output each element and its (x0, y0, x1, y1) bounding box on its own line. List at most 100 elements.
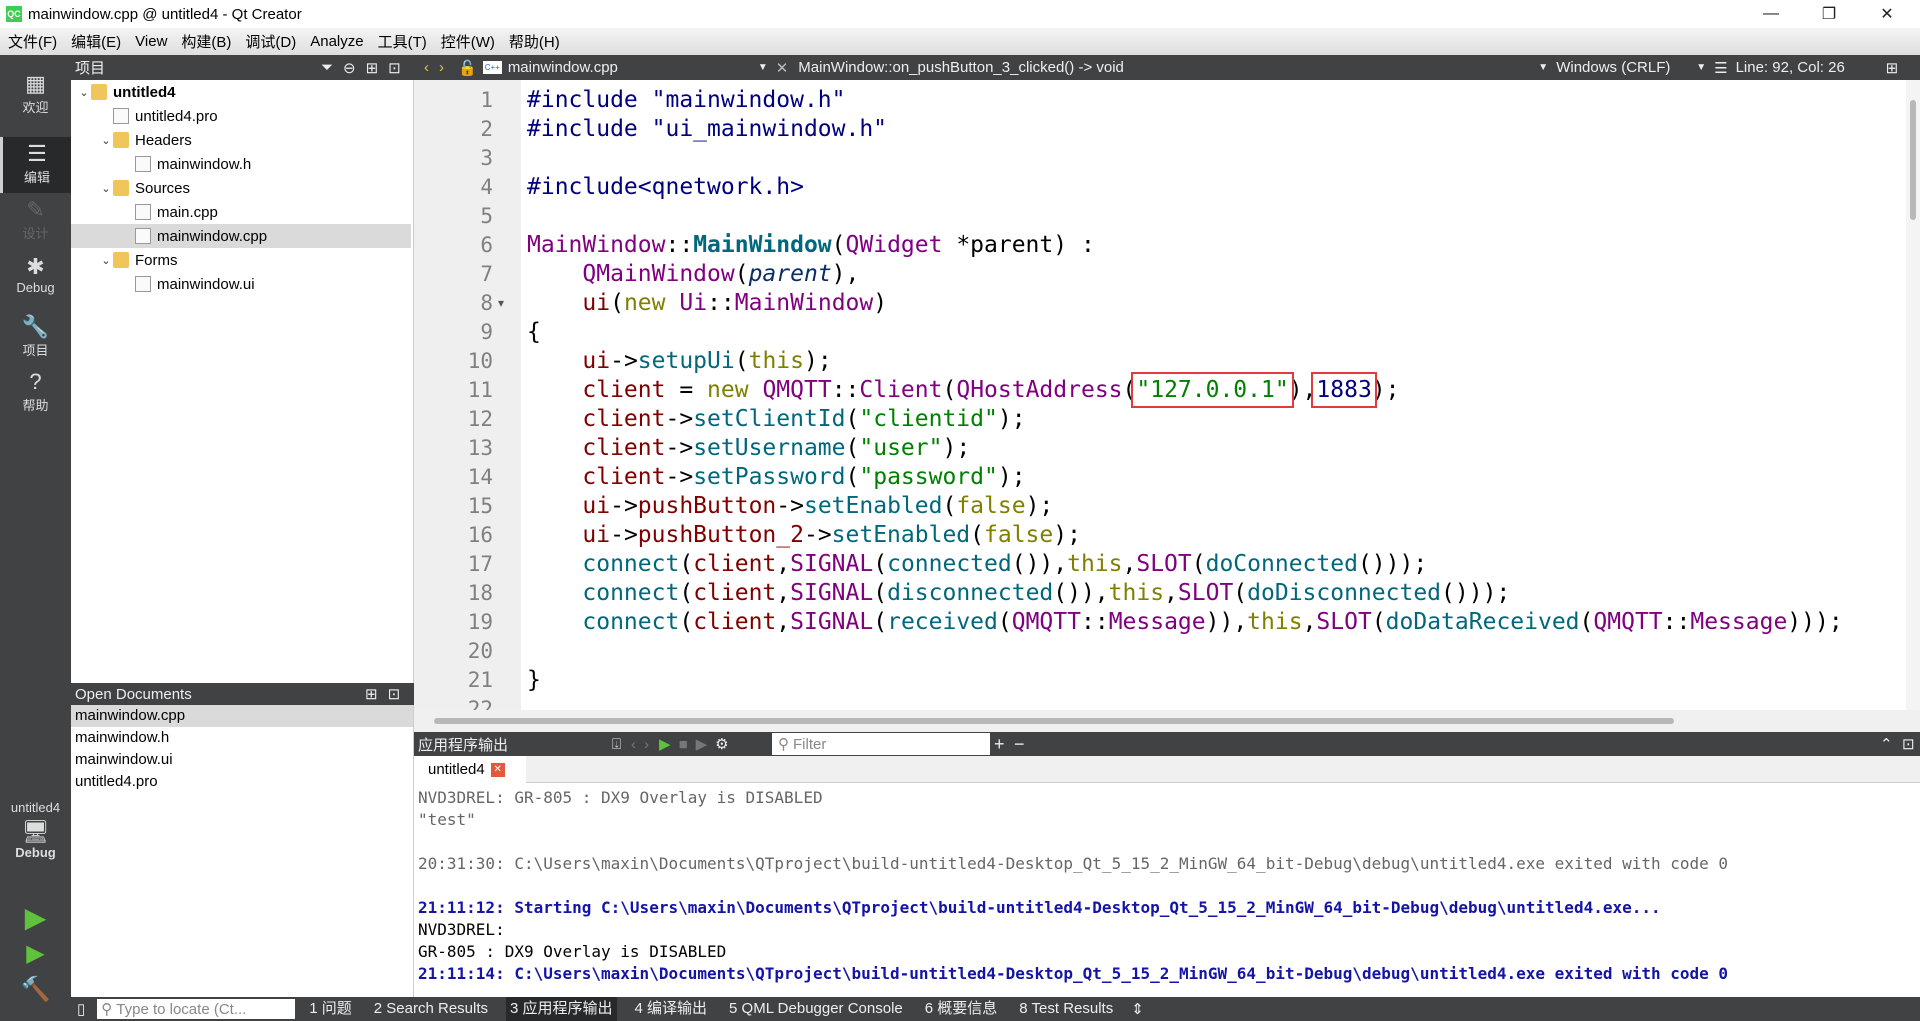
chevron-down-icon[interactable]: ⌄ (77, 86, 91, 99)
filter-icon[interactable]: ⏷ (321, 59, 333, 76)
menu-item[interactable]: 控件(W) (441, 31, 495, 52)
menu-item[interactable]: 构建(B) (181, 31, 231, 52)
code-token: :: (1662, 609, 1691, 635)
open-document-item[interactable]: mainwindow.ui (71, 749, 413, 771)
next-icon[interactable]: › (644, 736, 649, 753)
code-token: :: (1080, 609, 1109, 635)
line-number: 7 (480, 262, 493, 286)
kit-selector[interactable]: untitled4 🖥 Debug (0, 800, 71, 860)
fold-marker-icon[interactable]: ▾ (498, 296, 504, 310)
tree-item[interactable]: ⌄ untitled4 (71, 80, 411, 104)
chevron-down-icon[interactable]: ⌄ (99, 182, 113, 195)
menu-item[interactable]: 调试(D) (245, 31, 296, 52)
tree-item[interactable]: mainwindow.h (71, 152, 411, 176)
attach-icon[interactable]: ⍗ (612, 736, 621, 753)
locator-input[interactable]: ⚲ Type to locate (Ct... (97, 999, 296, 1019)
zoom-in-button[interactable]: + (994, 734, 1005, 755)
chevron-down-icon[interactable]: ▼ (1696, 62, 1706, 73)
output-pane-button[interactable]: 2 Search Results (370, 997, 492, 1021)
code-editor[interactable]: #include "mainwindow.h" #include "ui_main… (521, 80, 1906, 710)
vertical-scrollbar[interactable] (1906, 80, 1920, 710)
close-tab-icon[interactable]: ✕ (490, 762, 505, 777)
output-pane-button[interactable]: 6 概要信息 (921, 997, 1002, 1021)
open-document-item[interactable]: untitled4.pro (71, 771, 413, 793)
mode-debug[interactable]: ✱ Debug (0, 250, 71, 306)
document-selector[interactable]: mainwindow.cpp (508, 59, 758, 76)
zoom-out-button[interactable]: − (1014, 734, 1025, 755)
tree-item[interactable]: untitled4.pro (71, 104, 411, 128)
rerun-icon[interactable]: ▶ (659, 735, 671, 753)
project-panel-title[interactable]: 项目 (75, 57, 321, 78)
back-icon[interactable]: ‹ (424, 59, 429, 76)
output-tab-untitled4[interactable]: untitled4 ✕ (414, 756, 526, 783)
debug-icon[interactable]: ▶ (696, 735, 708, 753)
application-output[interactable]: NVD3DREL: GR-805 : DX9 Overlay is DISABL… (414, 783, 1920, 997)
tree-item[interactable]: ⌄ Sources (71, 176, 411, 200)
split-icon[interactable]: ⊞ (366, 59, 379, 77)
split-icon[interactable]: ⊞ (1886, 59, 1899, 77)
split-icon[interactable]: ⊞ (365, 685, 378, 703)
menu-item[interactable]: View (135, 33, 167, 50)
mode-welcome[interactable]: ▦ 欢迎 (0, 67, 71, 123)
toggle-sidebar-icon[interactable]: ▯ (77, 1000, 85, 1018)
maximize-button[interactable]: ❐ (1800, 0, 1858, 28)
close-document-icon[interactable]: ✕ (776, 59, 789, 77)
output-pane-button[interactable]: 4 编译输出 (631, 997, 712, 1021)
line-number: 9 (480, 320, 493, 344)
close-panel-icon[interactable]: ⊡ (388, 685, 401, 703)
cursor-position[interactable]: Line: 92, Col: 26 (1736, 59, 1886, 76)
forward-icon[interactable]: › (439, 59, 444, 76)
tree-item[interactable]: mainwindow.ui (71, 272, 411, 296)
filter-input[interactable]: ⚲ Filter (772, 733, 990, 755)
close-button[interactable]: ✕ (1858, 0, 1916, 28)
open-document-item[interactable]: mainwindow.h (71, 727, 413, 749)
tree-item[interactable]: main.cpp (71, 200, 411, 224)
menu-item[interactable]: 编辑(E) (71, 31, 121, 52)
mode-design[interactable]: ✎ 设计 (0, 193, 71, 249)
code-token: pushButton (637, 493, 777, 519)
tree-item[interactable]: ⌄ Headers (71, 128, 411, 152)
chevron-down-icon[interactable]: ▼ (1538, 62, 1548, 73)
open-documents-title[interactable]: Open Documents (75, 686, 365, 703)
chevron-down-icon[interactable]: ⌄ (99, 254, 113, 267)
menu-item[interactable]: Analyze (310, 33, 363, 50)
build-button[interactable]: 🔨 (0, 975, 71, 1004)
close-panel-icon[interactable]: ⊡ (1902, 735, 1915, 753)
code-line: connect(client,SIGNAL(received(QMQTT::Me… (527, 608, 1842, 637)
outline-icon[interactable]: ☰ (1714, 59, 1727, 77)
stop-icon[interactable]: ■ (679, 736, 688, 753)
tree-item[interactable]: ⌄ Forms (71, 248, 411, 272)
mode-help[interactable]: ? 帮助 (0, 365, 71, 421)
open-document-item[interactable]: mainwindow.cpp (71, 705, 413, 727)
tree-item[interactable]: mainwindow.cpp (71, 224, 411, 248)
settings-gear-icon[interactable]: ⚙ (715, 735, 728, 753)
output-pane-button[interactable]: 5 QML Debugger Console (725, 997, 907, 1021)
line-ending-selector[interactable]: Windows (CRLF) (1556, 59, 1696, 76)
run-button[interactable]: ▶ (0, 901, 71, 934)
minimize-button[interactable]: — (1742, 0, 1800, 28)
menu-item[interactable]: 帮助(H) (509, 31, 560, 52)
pane-menu-icon[interactable]: ⇕ (1131, 1000, 1144, 1018)
chevron-down-icon[interactable]: ⌄ (99, 134, 113, 147)
output-pane-button[interactable]: 1 问题 (305, 997, 356, 1021)
debug-run-button[interactable]: ▶ (0, 939, 71, 968)
code-token: -> (776, 493, 804, 519)
output-pane-button[interactable]: 8 Test Results (1015, 997, 1117, 1021)
menu-item[interactable]: 工具(T) (378, 31, 427, 52)
chevron-down-icon[interactable]: ▼ (758, 62, 768, 73)
code-token: #include<qnetwork.h> (527, 174, 804, 200)
mode-projects[interactable]: 🔧 项目 (0, 310, 71, 366)
close-panel-icon[interactable]: ⊡ (388, 59, 401, 77)
maximize-panel-icon[interactable]: ⌃ (1880, 735, 1893, 753)
output-pane-button[interactable]: 3 应用程序输出 (506, 997, 617, 1021)
horizontal-scrollbar[interactable] (414, 710, 1920, 732)
mode-edit[interactable]: ☰ 编辑 (0, 137, 71, 193)
link-icon[interactable]: ⊖ (343, 59, 356, 77)
code-token: QMQTT (762, 377, 832, 403)
prev-icon[interactable]: ‹ (631, 736, 636, 753)
menu-item[interactable]: 文件(F) (8, 31, 57, 52)
kit-mode-label: Debug (15, 845, 56, 860)
symbol-selector[interactable]: MainWindow::on_pushButton_3_clicked() ->… (798, 59, 1538, 76)
